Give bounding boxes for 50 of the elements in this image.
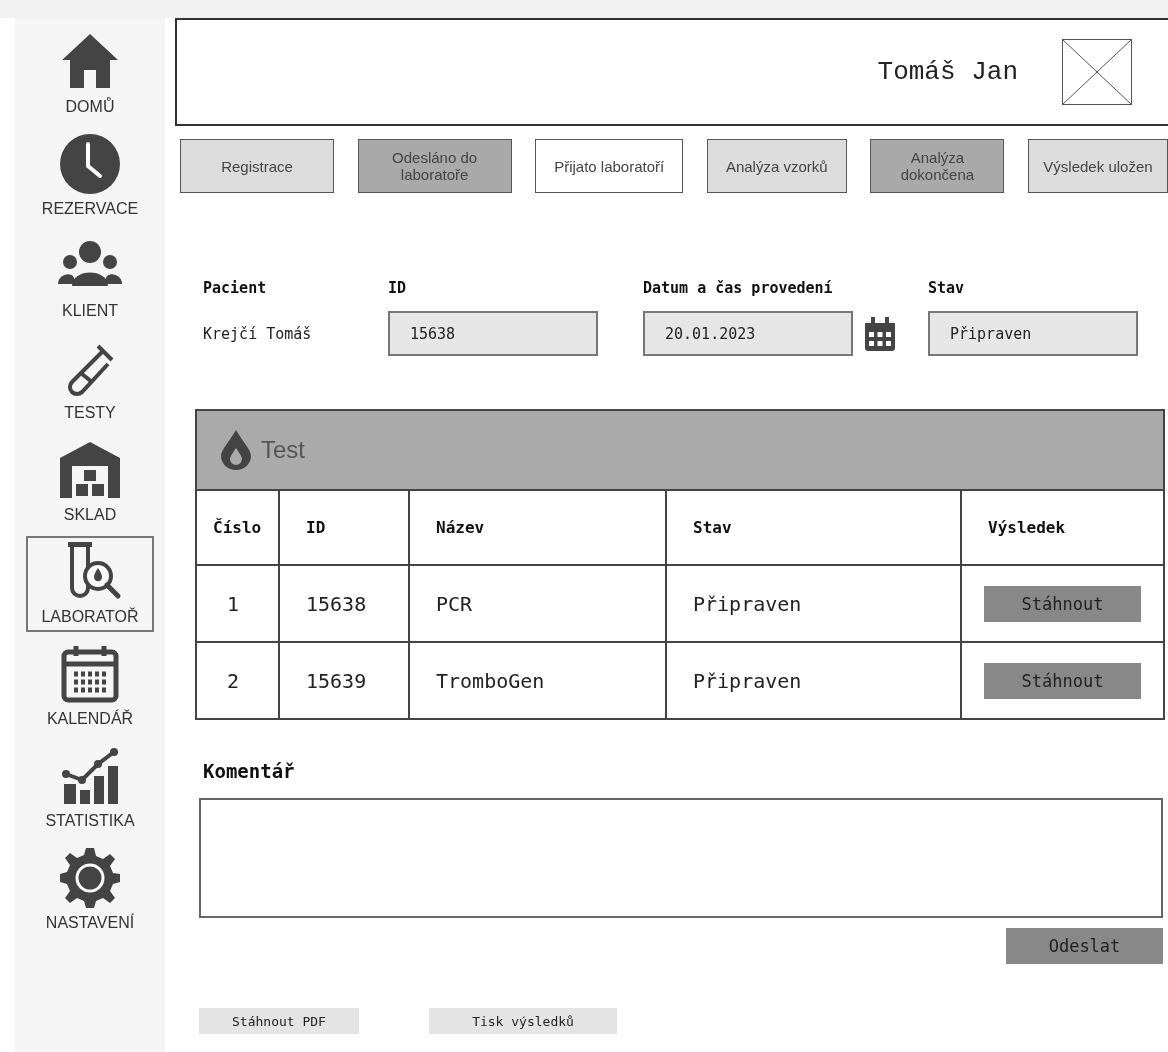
- column-header: Stav: [666, 491, 961, 565]
- sidebar-item[interactable]: KLIENT: [26, 230, 154, 326]
- table-cell: 15638: [279, 565, 409, 642]
- field-label: Stav: [928, 279, 966, 297]
- footer-button[interactable]: Stáhnout PDF: [199, 1008, 359, 1034]
- status-step: Registrace: [180, 139, 334, 193]
- field-label: Datum a čas provedení: [643, 279, 834, 297]
- sidebar-item[interactable]: TESTY: [26, 332, 154, 428]
- comment-field[interactable]: [199, 798, 1163, 918]
- table-cell: Připraven: [666, 642, 961, 718]
- user-name: Tomáš Jan: [877, 57, 1018, 87]
- date-field[interactable]: 20.01.2023: [643, 311, 853, 356]
- image-placeholder-icon: [1062, 39, 1132, 105]
- status-step: Odesláno do laboratoře: [357, 139, 512, 193]
- column-header: Název: [409, 491, 666, 565]
- table-title: Test: [261, 436, 305, 464]
- field-label: Pacient: [203, 279, 268, 297]
- status-step: Přijato laboratoří: [535, 139, 684, 193]
- column-header: ID: [279, 491, 409, 565]
- clock-icon: [58, 132, 122, 196]
- sidebar-item[interactable]: LABORATOŘ: [26, 536, 154, 632]
- table-cell: Připraven: [666, 565, 961, 642]
- patient-name: Krejčí Tomáš: [203, 324, 313, 343]
- status-step: Výsledek uložen: [1027, 139, 1168, 193]
- table-cell: 2: [197, 642, 279, 718]
- field-label: ID: [388, 279, 408, 297]
- sidebar-item[interactable]: REZERVACE: [26, 128, 154, 224]
- drop-icon: [221, 430, 251, 470]
- column-header: Výsledek: [961, 491, 1163, 565]
- table-cell: TromboGen: [409, 642, 666, 718]
- column-header: Číslo: [197, 491, 279, 565]
- sidebar-item[interactable]: DOMŮ: [26, 26, 154, 122]
- id-field[interactable]: 15638: [388, 311, 598, 356]
- footer-button[interactable]: Tisk výsledků: [429, 1008, 617, 1034]
- status-field[interactable]: Připraven: [928, 311, 1138, 356]
- status-step: Analýza dokončena: [870, 139, 1005, 193]
- status-step: Analýza vzorků: [706, 139, 847, 193]
- comment-label: Komentář: [203, 760, 296, 782]
- sidebar-item[interactable]: STATISTIKA: [26, 740, 154, 836]
- sidebar-item[interactable]: SKLAD: [26, 434, 154, 530]
- settings-icon: [58, 846, 122, 910]
- table-cell: 15639: [279, 642, 409, 718]
- sidebar-item[interactable]: NASTAVENÍ: [26, 842, 154, 938]
- download-button[interactable]: Stáhnout: [984, 662, 1141, 699]
- send-button[interactable]: Odeslat: [1006, 928, 1163, 964]
- download-button[interactable]: Stáhnout: [984, 585, 1141, 622]
- table-cell: PCR: [409, 565, 666, 642]
- sidebar-item[interactable]: KALENDÁŘ: [26, 638, 154, 734]
- calendar-icon[interactable]: [865, 316, 895, 351]
- table-cell: 1: [197, 565, 279, 642]
